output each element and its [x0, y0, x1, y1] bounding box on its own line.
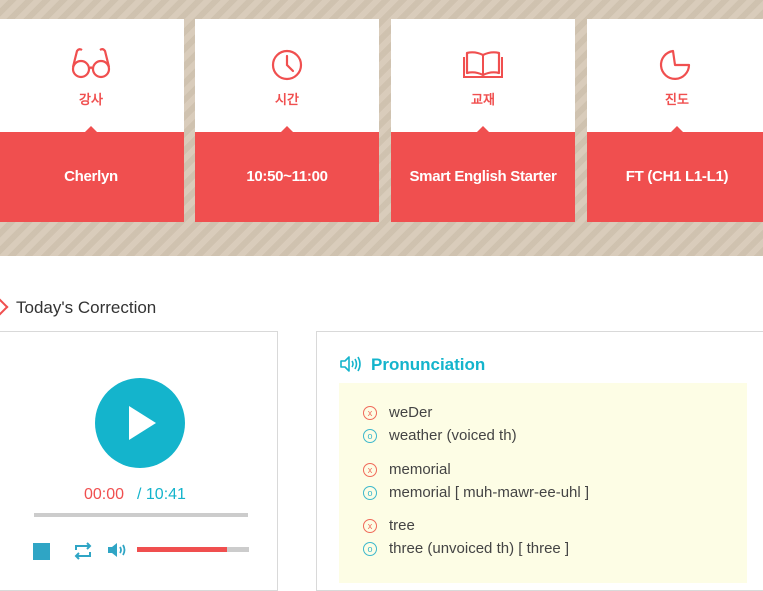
wrong-text: tree	[389, 517, 415, 534]
wrong-mark-icon: x	[363, 519, 377, 533]
current-time: 00:00	[84, 486, 125, 503]
speaker-icon	[340, 356, 361, 372]
total-time: / 10:41	[137, 486, 186, 503]
correct-text: weather (voiced th)	[389, 427, 517, 444]
correct-mark-icon: o	[363, 429, 377, 443]
correct-mark-icon: o	[363, 486, 377, 500]
glasses-icon	[71, 48, 111, 79]
time-card: 시간 10:50~11:00	[195, 19, 379, 222]
book-icon	[463, 51, 503, 78]
time-label: 시간	[275, 92, 299, 107]
instructor-label: 강사	[79, 92, 103, 107]
correct-text: three (unvoiced th) [ three ]	[389, 540, 570, 557]
instructor-value: Cherlyn	[64, 168, 118, 185]
playback-progress-bar[interactable]	[34, 513, 248, 517]
volume-icon[interactable]	[106, 540, 128, 560]
correct-text: memorial [ muh-mawr-ee-uhl ]	[389, 484, 590, 501]
play-button[interactable]	[95, 378, 185, 468]
chevron-right-icon	[0, 298, 9, 316]
progress-card: 진도 FT (CH1 L1-L1)	[587, 19, 763, 222]
stop-button[interactable]	[33, 543, 50, 560]
pronunciation-title: Pronunciation	[371, 355, 486, 374]
correct-mark-icon: o	[363, 542, 377, 556]
volume-level	[137, 547, 227, 552]
volume-slider[interactable]	[137, 547, 249, 552]
textbook-value: Smart English Starter	[409, 168, 557, 185]
pronunciation-list: x weDer o weather (voiced th) x memorial…	[339, 383, 747, 583]
wrong-mark-icon: x	[363, 406, 377, 420]
wrong-text: weDer	[389, 404, 433, 421]
pie-chart-icon	[659, 49, 691, 80]
lesson-info-banner: 강사 Cherlyn 시간 10:50~11:00 교재 Smart Engli…	[0, 0, 763, 256]
progress-label: 진도	[665, 92, 689, 107]
textbook-card: 교재 Smart English Starter	[391, 19, 575, 222]
progress-value: FT (CH1 L1-L1)	[625, 168, 729, 185]
repeat-icon[interactable]	[72, 541, 94, 561]
section-title: Today's Correction	[16, 298, 157, 317]
wrong-mark-icon: x	[363, 463, 377, 477]
clock-icon	[271, 49, 303, 81]
wrong-text: memorial	[389, 461, 451, 478]
textbook-label: 교재	[471, 92, 495, 107]
instructor-card: 강사 Cherlyn	[0, 19, 184, 222]
time-value: 10:50~11:00	[246, 168, 328, 185]
